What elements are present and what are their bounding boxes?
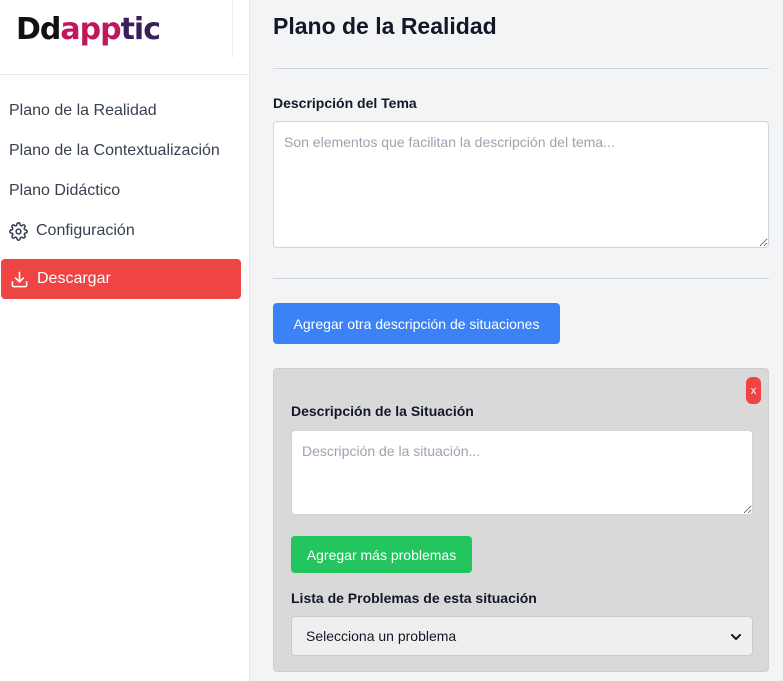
title-divider [273, 68, 769, 69]
chevron-down-icon [731, 634, 741, 640]
download-button-label: Descargar [37, 270, 111, 287]
sidebar-divider [0, 74, 250, 75]
logo-part-1: Dd [16, 12, 61, 47]
download-icon [11, 271, 28, 287]
problems-select-value: Selecciona un problema [306, 628, 457, 644]
sidebar: Ddapptic Plano de la Realidad Plano de l… [0, 0, 250, 681]
remove-situation-button[interactable]: x [746, 377, 761, 404]
topic-description-label: Descripción del Tema [273, 95, 417, 111]
situation-card: x Descripción de la Situación Agregar má… [273, 368, 769, 672]
situation-description-label: Descripción de la Situación [291, 403, 474, 419]
sidebar-item-label: Plano de la Contextualización [9, 142, 220, 159]
add-problems-button[interactable]: Agregar más problemas [291, 536, 472, 573]
logo-part-3: pp [79, 12, 122, 47]
app-logo[interactable]: Ddapptic [16, 12, 161, 48]
add-situation-button[interactable]: Agregar otra descripción de situaciones [273, 303, 560, 344]
sidebar-item-configuracion[interactable]: Configuración [9, 220, 135, 242]
topic-description-textarea[interactable] [273, 121, 769, 248]
sidebar-item-label: Plano Didáctico [9, 182, 121, 199]
problems-select[interactable]: Selecciona un problema [291, 616, 753, 656]
gear-icon [9, 221, 28, 241]
sidebar-item-plano-didactico[interactable]: Plano Didáctico [9, 180, 120, 202]
sidebar-item-label: Plano de la Realidad [9, 102, 157, 119]
sidebar-item-plano-realidad[interactable]: Plano de la Realidad [9, 100, 157, 122]
page-title: Plano de la Realidad [273, 13, 497, 39]
download-button[interactable]: Descargar [1, 259, 241, 299]
problems-list-label: Lista de Problemas de esta situación [291, 590, 537, 606]
logo-part-2: a [60, 12, 80, 47]
section-divider [273, 278, 769, 279]
sidebar-item-label: Configuración [36, 222, 135, 239]
logo-container: Ddapptic [0, 0, 233, 58]
logo-part-4: tic [120, 12, 161, 47]
sidebar-item-plano-contextualizacion[interactable]: Plano de la Contextualización [9, 140, 220, 162]
situation-description-textarea[interactable] [291, 430, 753, 515]
